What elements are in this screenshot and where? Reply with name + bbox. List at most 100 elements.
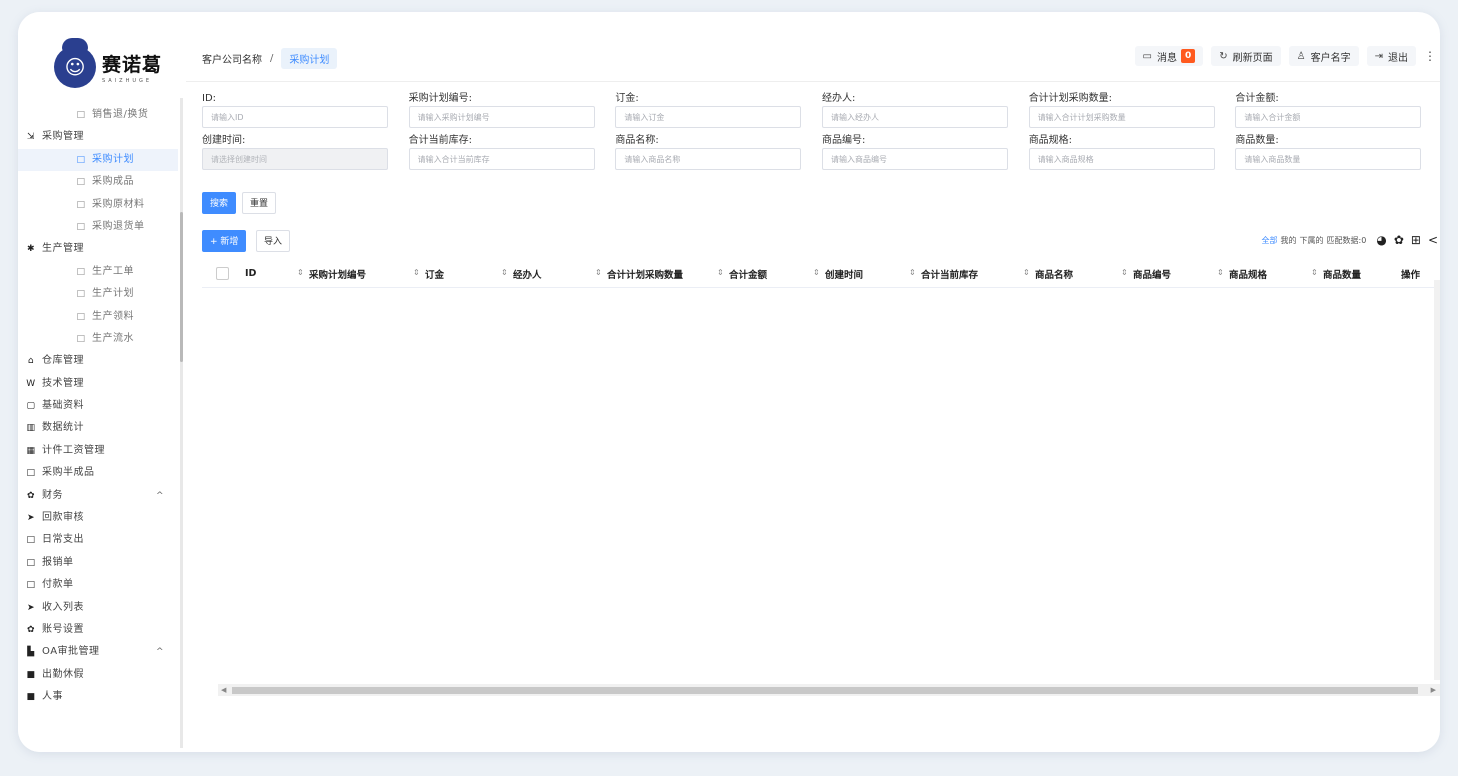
sidebar-item[interactable]: □ 生产流水 bbox=[18, 328, 178, 350]
sort-icon[interactable]: ⇕ bbox=[501, 268, 508, 277]
sidebar-item[interactable]: □ 付款单 bbox=[18, 574, 178, 596]
reset-button[interactable]: 重置 bbox=[242, 192, 277, 214]
logout-button[interactable]: ⇥ 退出 bbox=[1366, 46, 1416, 66]
logo[interactable]: ☺ 赛诺葛 SAIZHUGE bbox=[54, 38, 162, 88]
column-header[interactable]: ⇕ 商品编号 bbox=[1119, 267, 1215, 281]
column-header[interactable]: ⇕ 合计当前库存 bbox=[907, 267, 1021, 281]
scroll-right-icon[interactable]: ▶ bbox=[1431, 684, 1436, 696]
column-header[interactable]: ⇕ 创建时间 bbox=[811, 267, 907, 281]
sidebar-item[interactable]: ▙ OA审批管理 ^ bbox=[18, 641, 178, 663]
sort-icon[interactable]: ⇕ bbox=[813, 268, 820, 277]
sort-icon[interactable]: ⇕ bbox=[595, 268, 602, 277]
folder-icon: □ bbox=[76, 110, 86, 120]
column-header[interactable]: ⇕ 商品规格 bbox=[1215, 267, 1309, 281]
sidebar-item[interactable]: □ 采购成品 bbox=[18, 171, 178, 193]
search-button[interactable]: 搜索 bbox=[202, 192, 237, 214]
settings-icon[interactable]: ✿ bbox=[1394, 233, 1404, 247]
send-icon: ➤ bbox=[26, 602, 36, 613]
filter-mine-link[interactable]: 我的 bbox=[1281, 235, 1297, 246]
chevron-up-icon[interactable]: ^ bbox=[156, 485, 164, 507]
add-button[interactable]: + 新增 bbox=[202, 230, 247, 252]
sidebar-item[interactable]: ▢ 基础资料 bbox=[18, 395, 178, 417]
filter-input[interactable] bbox=[202, 148, 388, 170]
column-header-label: 操作 bbox=[1401, 269, 1421, 281]
sidebar-item[interactable]: ▥ 数据统计 bbox=[18, 417, 178, 439]
chevron-up-icon[interactable]: ^ bbox=[156, 641, 164, 663]
filter-input[interactable] bbox=[822, 148, 1009, 170]
sidebar-item[interactable]: □ 生产领料 bbox=[18, 306, 178, 328]
scroll-left-icon[interactable]: ◀ bbox=[221, 684, 226, 696]
filter-input[interactable] bbox=[1235, 148, 1422, 170]
sidebar-item[interactable]: ✿ 账号设置 bbox=[18, 619, 178, 641]
sidebar-item[interactable]: ■ 人事 bbox=[18, 686, 178, 708]
sidebar-item[interactable]: □ 生产计划 bbox=[18, 283, 178, 305]
sidebar-item[interactable]: □ 报销单 bbox=[18, 552, 178, 574]
folder-filled-icon: ■ bbox=[26, 669, 36, 680]
filter-input[interactable] bbox=[822, 106, 1009, 128]
sidebar-item[interactable]: W 技术管理 bbox=[18, 373, 178, 395]
filter-input[interactable] bbox=[202, 106, 388, 128]
table-horizontal-scrollbar[interactable]: ◀ ▶ bbox=[218, 684, 1440, 696]
filter-field: 合计计划采购数量: bbox=[1028, 92, 1236, 134]
sort-icon[interactable]: ⇕ bbox=[413, 268, 420, 277]
sort-icon[interactable]: ⇕ bbox=[1217, 268, 1224, 277]
sidebar-item[interactable]: □ 日常支出 bbox=[18, 529, 178, 551]
user-button[interactable]: ♙ 客户名字 bbox=[1288, 46, 1359, 66]
filter-all-link[interactable]: 全部 bbox=[1262, 235, 1278, 246]
filter-sub-link[interactable]: 下属的 bbox=[1300, 235, 1324, 246]
sidebar-item[interactable]: ➤ 收入列表 bbox=[18, 597, 178, 619]
sidebar-item[interactable]: ⌂ 仓库管理 bbox=[18, 350, 178, 372]
sidebar-item[interactable]: ⇲ 采购管理 bbox=[18, 126, 178, 148]
breadcrumb-current[interactable]: 采购计划 bbox=[281, 48, 338, 69]
share-icon[interactable]: < bbox=[1428, 233, 1438, 247]
breadcrumb-company[interactable]: 客户公司名称 bbox=[202, 51, 262, 66]
sidebar-item[interactable]: □ 生产工单 bbox=[18, 261, 178, 283]
table-horizontal-scrollbar-thumb[interactable] bbox=[232, 687, 1418, 694]
column-header[interactable]: 操作 bbox=[1387, 267, 1427, 281]
filter-input[interactable] bbox=[1235, 106, 1422, 128]
sidebar-scrollbar-track[interactable] bbox=[180, 98, 183, 748]
sidebar-item[interactable]: ✱ 生产管理 bbox=[18, 238, 178, 260]
column-header[interactable]: ⇕ 订金 bbox=[411, 267, 499, 281]
filter-input[interactable] bbox=[615, 148, 802, 170]
filter-input[interactable] bbox=[408, 148, 595, 170]
column-header[interactable]: ID bbox=[245, 268, 295, 279]
column-header[interactable]: ⇕ 商品名称 bbox=[1021, 267, 1119, 281]
more-menu-icon[interactable]: ⋮ bbox=[1424, 49, 1436, 63]
sidebar-item[interactable]: ■ 出勤休假 bbox=[18, 664, 178, 686]
sort-icon[interactable]: ⇕ bbox=[717, 268, 724, 277]
sort-icon[interactable]: ⇕ bbox=[1311, 268, 1318, 277]
sidebar-item[interactable]: ✿ 财务 ^ bbox=[18, 485, 178, 507]
sort-icon[interactable]: ⇕ bbox=[1121, 268, 1128, 277]
table-header: ID ⇕ 采购计划编号 ⇕ 订金 ⇕ 经办人 ⇕ 合计计划采购数量 ⇕ 合计金额 ⇕ 创建时间 ⇕ 合计当前… bbox=[202, 260, 1440, 288]
column-header[interactable]: ⇕ 商品数量 bbox=[1309, 267, 1387, 281]
grid-icon[interactable]: ⊞ bbox=[1411, 233, 1421, 247]
refresh-button[interactable]: ↻ 刷新页面 bbox=[1211, 46, 1281, 66]
sidebar-item-label: 生产计划 bbox=[92, 288, 134, 300]
filter-input[interactable] bbox=[1028, 148, 1215, 170]
filter-input[interactable] bbox=[408, 106, 595, 128]
sidebar-item[interactable]: □ 采购原材料 bbox=[18, 194, 178, 216]
messages-button[interactable]: ▭ 消息 0 bbox=[1134, 46, 1204, 66]
sidebar-scrollbar-thumb[interactable] bbox=[180, 212, 183, 362]
sidebar-item[interactable]: □ 采购半成品 bbox=[18, 462, 178, 484]
column-header[interactable]: ⇕ 采购计划编号 bbox=[295, 267, 411, 281]
sidebar-item[interactable]: ➤ 回款审核 bbox=[18, 507, 178, 529]
sidebar-item[interactable]: ▦ 计件工资管理 bbox=[18, 440, 178, 462]
matched-count: 匹配数据:0 bbox=[1326, 235, 1367, 245]
column-header[interactable]: ⇕ 合计金额 bbox=[715, 267, 811, 281]
sort-icon[interactable]: ⇕ bbox=[297, 268, 304, 277]
select-all-checkbox[interactable] bbox=[216, 267, 229, 280]
import-button[interactable]: 导入 bbox=[256, 230, 291, 252]
sidebar-item[interactable]: □ 采购退货单 bbox=[18, 216, 178, 238]
sort-icon[interactable]: ⇕ bbox=[909, 268, 916, 277]
column-header[interactable]: ⇕ 经办人 bbox=[499, 267, 593, 281]
filter-input[interactable] bbox=[615, 106, 802, 128]
pie-chart-icon[interactable]: ◕ bbox=[1376, 233, 1386, 247]
sort-icon[interactable]: ⇕ bbox=[1023, 268, 1030, 277]
sidebar-item[interactable]: □ 采购计划 bbox=[18, 148, 178, 172]
filter-input[interactable] bbox=[1028, 106, 1215, 128]
sidebar-item[interactable]: □ 销售退/换货 bbox=[18, 104, 178, 126]
table-vertical-scrollbar[interactable] bbox=[1434, 280, 1440, 680]
column-header[interactable]: ⇕ 合计计划采购数量 bbox=[593, 267, 715, 281]
